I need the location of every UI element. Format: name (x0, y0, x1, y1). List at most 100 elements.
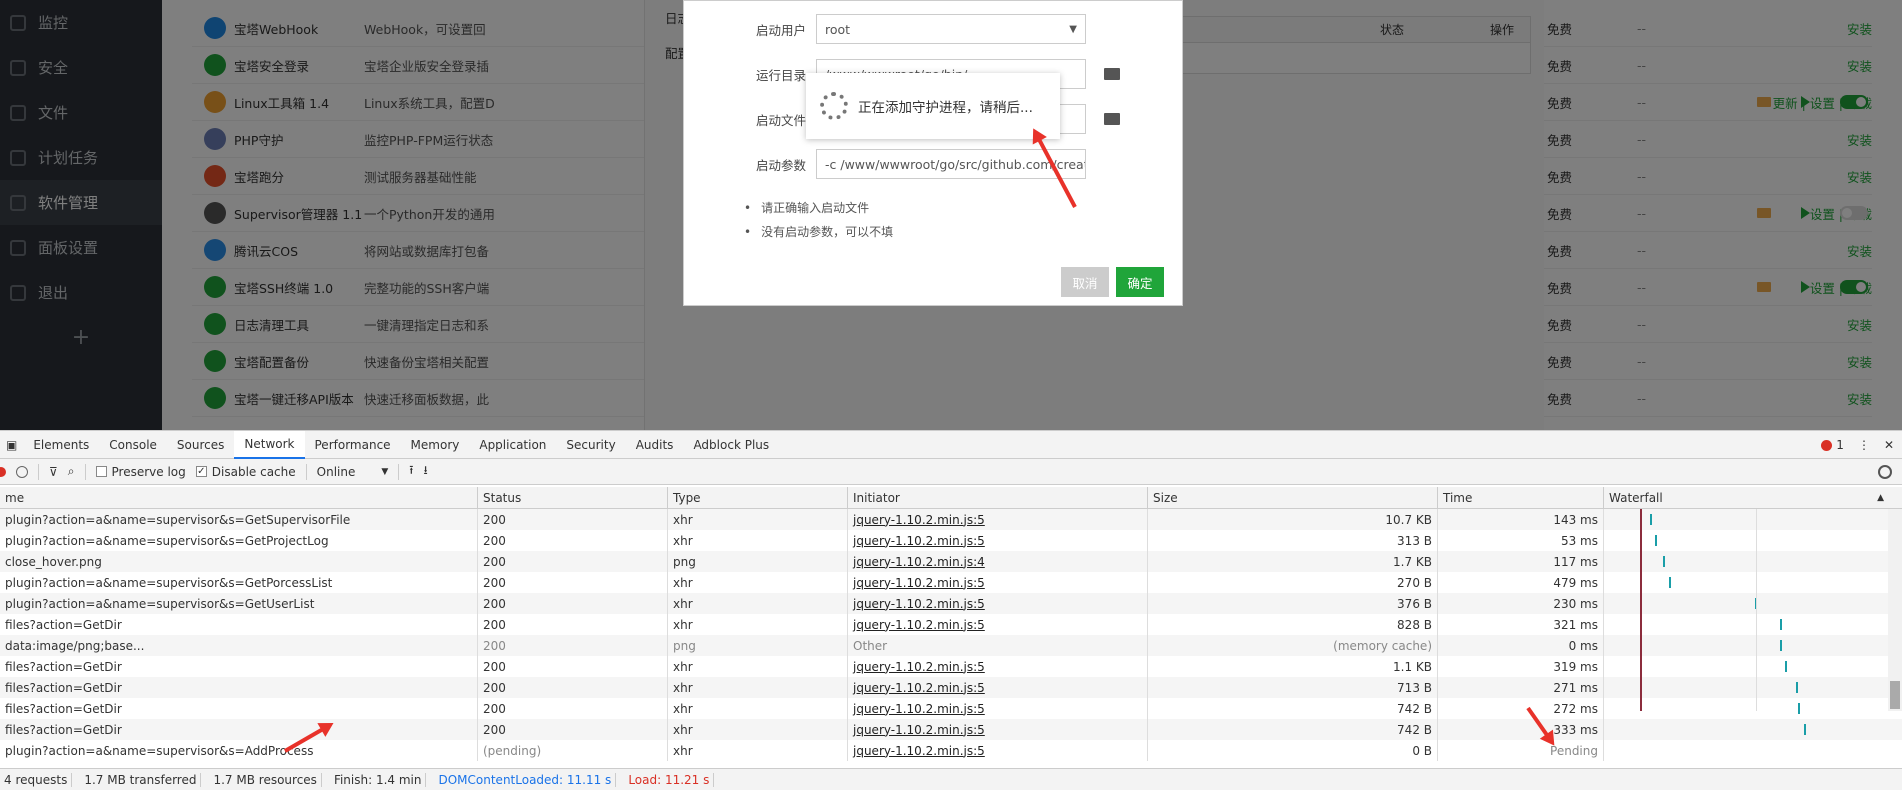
table-row[interactable]: plugin?action=a&name=supervisor&s=GetUse… (0, 593, 1902, 614)
cell-initiator[interactable]: jquery-1.10.2.min.js:4 (848, 551, 1148, 572)
initiator-link[interactable]: jquery-1.10.2.min.js:5 (853, 576, 985, 590)
cell-time: 53 ms (1438, 530, 1604, 551)
grid-scrollbar[interactable] (1888, 509, 1902, 711)
initiator-link[interactable]: jquery-1.10.2.min.js:5 (853, 702, 985, 716)
user-select[interactable]: root ▼ (816, 14, 1086, 44)
tab-network[interactable]: Network (234, 430, 305, 459)
tab-adblock[interactable]: Adblock Plus (683, 431, 779, 459)
initiator-link[interactable]: jquery-1.10.2.min.js:5 (853, 618, 985, 632)
preserve-log-checkbox[interactable]: Preserve log (95, 465, 186, 479)
table-row[interactable]: files?action=GetDir 200 xhr jquery-1.10.2.m… (0, 614, 1902, 635)
waterfall-bar (1795, 682, 1798, 693)
cell-time: 271 ms (1438, 677, 1604, 698)
waterfall-load-line (1640, 509, 1642, 711)
table-row[interactable]: data:image/png;base... 200 png Other (memory… (0, 635, 1902, 656)
col-size[interactable]: Size (1148, 487, 1438, 508)
cell-type: xhr (668, 593, 848, 614)
col-waterfall[interactable]: Waterfall ▲ (1604, 487, 1889, 508)
cell-name: close_hover.png (0, 551, 478, 572)
waterfall-bar (1655, 535, 1658, 546)
table-row[interactable]: close_hover.png 200 png jquery-1.10.2.min.j… (0, 551, 1902, 572)
devtools-panel: ▣ Elements Console Sources Network Perfo… (0, 430, 1902, 790)
tab-audits[interactable]: Audits (626, 431, 684, 459)
cell-initiator[interactable]: jquery-1.10.2.min.js:5 (848, 677, 1148, 698)
cell-initiator[interactable]: jquery-1.10.2.min.js:5 (848, 740, 1148, 761)
table-row[interactable]: plugin?action=a&name=supervisor&s=GetPro… (0, 530, 1902, 551)
tab-memory[interactable]: Memory (401, 431, 470, 459)
cell-initiator[interactable]: jquery-1.10.2.min.js:5 (848, 530, 1148, 551)
resources-size: 1.7 MB resources (209, 772, 322, 787)
initiator-link[interactable]: jquery-1.10.2.min.js:5 (853, 744, 985, 758)
disable-cache-checkbox[interactable]: ✓ Disable cache (195, 465, 296, 479)
table-row[interactable]: plugin?action=a&name=supervisor&s=GetSup… (0, 509, 1902, 530)
cell-status: 200 (478, 551, 668, 572)
network-grid: me Status Type Initiator Size Time Water… (0, 487, 1902, 767)
table-row[interactable]: files?action=GetDir 200 xhr jquery-1.10.2.m… (0, 719, 1902, 740)
initiator-link[interactable]: jquery-1.10.2.min.js:4 (853, 555, 985, 569)
col-type[interactable]: Type (668, 487, 848, 508)
error-badge[interactable]: 1 (1821, 438, 1844, 452)
throttle-select[interactable]: Online ▼ (317, 465, 389, 479)
initiator-link[interactable]: jquery-1.10.2.min.js:5 (853, 513, 985, 527)
col-name[interactable]: me (0, 487, 478, 508)
cell-initiator[interactable]: jquery-1.10.2.min.js:5 (848, 656, 1148, 677)
cell-initiator: Other (848, 635, 1148, 656)
cell-waterfall (1604, 677, 1889, 698)
folder-open-icon[interactable] (1104, 68, 1120, 80)
clear-icon[interactable] (16, 465, 28, 478)
cell-size: 742 B (1148, 698, 1438, 719)
initiator-link[interactable]: jquery-1.10.2.min.js:5 (853, 723, 985, 737)
cell-initiator[interactable]: jquery-1.10.2.min.js:5 (848, 698, 1148, 719)
load-time: Load: 11.21 s (624, 772, 715, 787)
tab-security[interactable]: Security (556, 431, 625, 459)
cell-initiator[interactable]: jquery-1.10.2.min.js:5 (848, 719, 1148, 740)
initiator-link[interactable]: jquery-1.10.2.min.js:5 (853, 597, 985, 611)
cell-initiator[interactable]: jquery-1.10.2.min.js:5 (848, 593, 1148, 614)
cancel-button[interactable]: 取消 (1061, 267, 1109, 297)
cell-status: 200 (478, 677, 668, 698)
cell-size: 713 B (1148, 677, 1438, 698)
tab-sources[interactable]: Sources (167, 431, 234, 459)
cell-initiator[interactable]: jquery-1.10.2.min.js:5 (848, 572, 1148, 593)
tab-elements[interactable]: Elements (23, 431, 99, 459)
folder-open-icon[interactable] (1104, 113, 1120, 125)
more-menu-icon[interactable]: ⋮ (1858, 438, 1870, 452)
initiator-link[interactable]: jquery-1.10.2.min.js:5 (853, 534, 985, 548)
hint-args: 没有启动参数，可以不填 (744, 223, 893, 240)
col-initiator[interactable]: Initiator (848, 487, 1148, 508)
search-icon[interactable]: ⌕ (68, 464, 75, 479)
table-row[interactable]: files?action=GetDir 200 xhr jquery-1.10.2.m… (0, 656, 1902, 677)
col-time[interactable]: Time (1438, 487, 1604, 508)
initiator-link[interactable]: jquery-1.10.2.min.js:5 (853, 660, 985, 674)
table-row[interactable]: files?action=GetDir 200 xhr jquery-1.10.2.m… (0, 698, 1902, 719)
cell-initiator[interactable]: jquery-1.10.2.min.js:5 (848, 509, 1148, 530)
waterfall-bar (1649, 514, 1652, 525)
import-har-icon[interactable]: ⭱ (409, 461, 413, 482)
divider (84, 463, 86, 480)
cell-type: png (668, 635, 848, 656)
scrollbar-thumb[interactable] (1890, 681, 1900, 709)
tab-application[interactable]: Application (469, 431, 556, 459)
cell-initiator[interactable]: jquery-1.10.2.min.js:5 (848, 614, 1148, 635)
confirm-button[interactable]: 确定 (1116, 267, 1164, 297)
dock-icon[interactable]: ▣ (0, 431, 23, 459)
table-row[interactable]: files?action=GetDir 200 xhr jquery-1.10.2.m… (0, 677, 1902, 698)
cell-waterfall (1604, 530, 1889, 551)
gear-icon[interactable] (1878, 465, 1892, 479)
tab-performance[interactable]: Performance (305, 431, 401, 459)
close-icon[interactable]: ✕ (1884, 438, 1894, 452)
app-root: { "sidebar": { "items": [ {"label": "监控"… (0, 0, 1902, 790)
tab-console[interactable]: Console (99, 431, 167, 459)
cell-time: 0 ms (1438, 635, 1604, 656)
export-har-icon[interactable]: ⭳ (424, 461, 428, 482)
record-icon[interactable] (0, 466, 6, 477)
table-row[interactable]: plugin?action=a&name=supervisor&s=GetPor… (0, 572, 1902, 593)
waterfall-bar (1798, 703, 1801, 714)
cell-name: plugin?action=a&name=supervisor&s=GetUse… (0, 593, 478, 614)
error-icon (1821, 439, 1833, 451)
initiator-link[interactable]: jquery-1.10.2.min.js:5 (853, 681, 985, 695)
cell-waterfall (1604, 698, 1889, 719)
col-status[interactable]: Status (478, 487, 668, 508)
cell-waterfall (1604, 635, 1889, 656)
filter-icon[interactable]: ⊽ (49, 465, 58, 479)
